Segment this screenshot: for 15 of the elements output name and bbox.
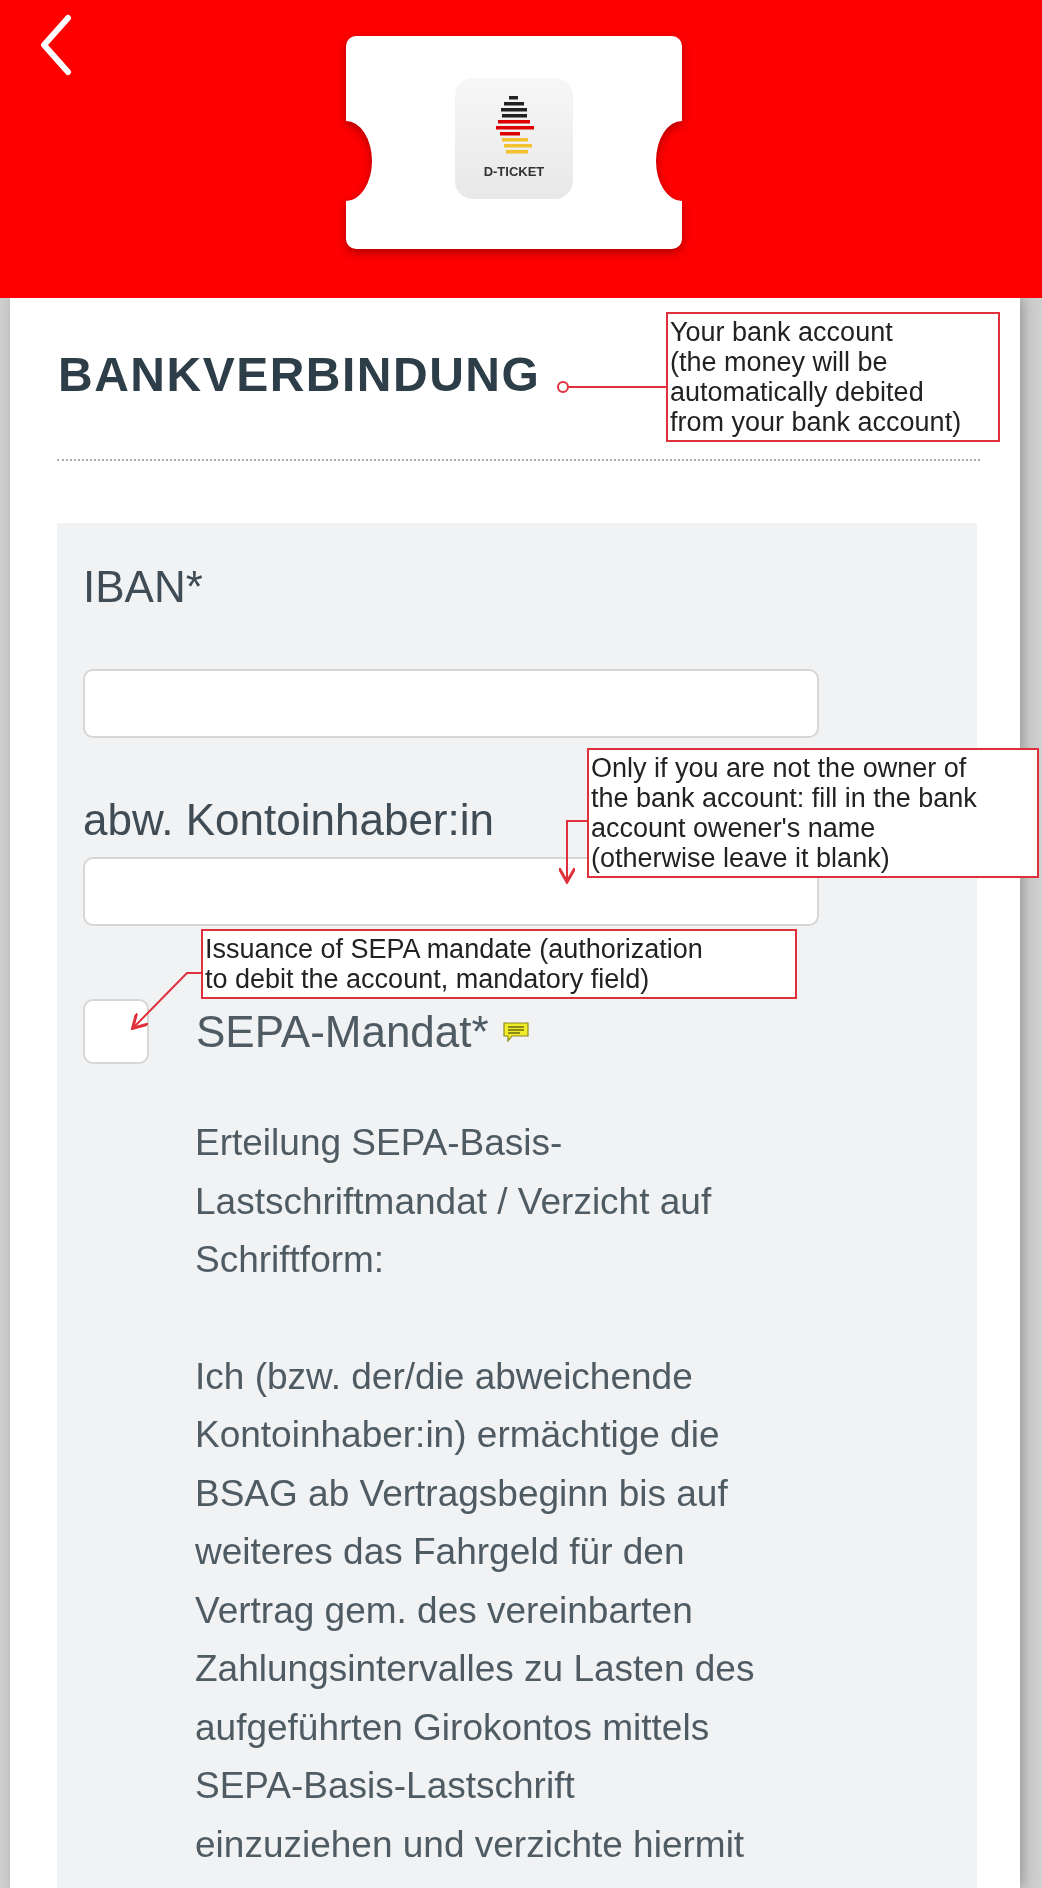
annotation-note: Your bank account (the money will be automatically debited from your bank account): [666, 312, 1000, 442]
mandate-text: Erteilung SEPA-Basis- Lastschriftmandat / Verzicht auf Schriftform:: [195, 1121, 713, 1282]
comment-icon[interactable]: [502, 1021, 529, 1042]
checkbox[interactable]: [83, 999, 149, 1064]
input-field[interactable]: [83, 669, 819, 738]
checkbox-label: SEPA-Mandat*: [196, 1005, 489, 1058]
field-label: abw. Kontoinhaber:in: [83, 794, 494, 846]
mandate-text: Ich (bzw. der/die abweichende Kontoinhaber:in) ermächtige die BSAG ab Vertragsbeginn bis auf weiteres das Fahrgeld für den Vertrag gem. des vereinbarten Zahlungsintervalles zu Lasten des aufgeführten Girokontos mittels SEPA-Basis-Lastschrift einzuziehen und verzichte hiermit: [195, 1354, 756, 1867]
logo-text: D-TICKET: [483, 162, 545, 181]
section-title: BANKVERBINDUNG: [58, 347, 541, 403]
annotation-note: Only if you are not the owner of the bank account: fill in the bank account owener's name (otherwise leave it blank): [587, 748, 1039, 878]
annotation-note: Issuance of SEPA mandate (authorization to debit the account, mandatory field): [201, 929, 797, 999]
back-icon[interactable]: [38, 14, 74, 76]
field-label: IBAN*: [83, 561, 203, 613]
leader-line: [557, 820, 588, 884]
